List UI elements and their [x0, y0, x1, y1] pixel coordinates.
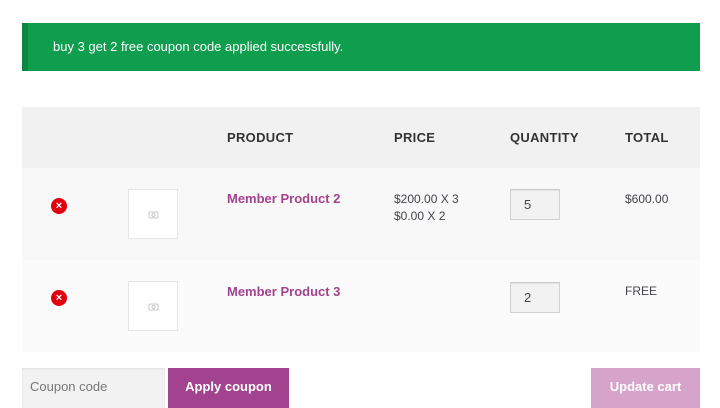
image-placeholder-icon	[148, 211, 159, 219]
apply-coupon-button[interactable]: Apply coupon	[168, 368, 289, 408]
cart-row: × Member Product 3 2 FREE	[22, 260, 700, 352]
header-price: PRICE	[394, 130, 436, 145]
update-cart-button[interactable]: Update cart	[591, 368, 700, 408]
remove-item-icon[interactable]: ×	[51, 198, 67, 214]
cart-table-header: PRODUCT PRICE QUANTITY TOTAL	[22, 107, 700, 168]
image-placeholder-icon	[148, 303, 159, 311]
header-quantity: QUANTITY	[510, 130, 579, 145]
price-line: $200.00 X 3	[394, 192, 459, 206]
row-total: FREE	[625, 284, 658, 298]
price-line: $0.00 X 2	[394, 209, 446, 223]
product-name-link[interactable]: Member Product 3	[227, 284, 340, 299]
notice-message: buy 3 get 2 free coupon code applied suc…	[53, 39, 344, 54]
header-product: PRODUCT	[227, 130, 294, 145]
product-price: $200.00 X 3 $0.00 X 2	[394, 191, 459, 225]
quantity-input[interactable]: 2	[510, 282, 560, 313]
coupon-code-input[interactable]: Coupon code	[22, 368, 165, 408]
product-name-link[interactable]: Member Product 2	[227, 191, 340, 206]
coupon-success-notice: buy 3 get 2 free coupon code applied suc…	[22, 23, 700, 71]
cart-table: PRODUCT PRICE QUANTITY TOTAL × Member Pr…	[22, 107, 700, 353]
row-total: $600.00	[625, 192, 669, 206]
remove-item-icon[interactable]: ×	[51, 290, 67, 306]
header-total: TOTAL	[625, 130, 669, 145]
quantity-input[interactable]: 5	[510, 189, 560, 220]
cart-row: × Member Product 2 $200.00 X 3 $0.00 X 2…	[22, 168, 700, 260]
product-thumbnail[interactable]	[128, 189, 178, 239]
product-thumbnail[interactable]	[128, 281, 178, 331]
